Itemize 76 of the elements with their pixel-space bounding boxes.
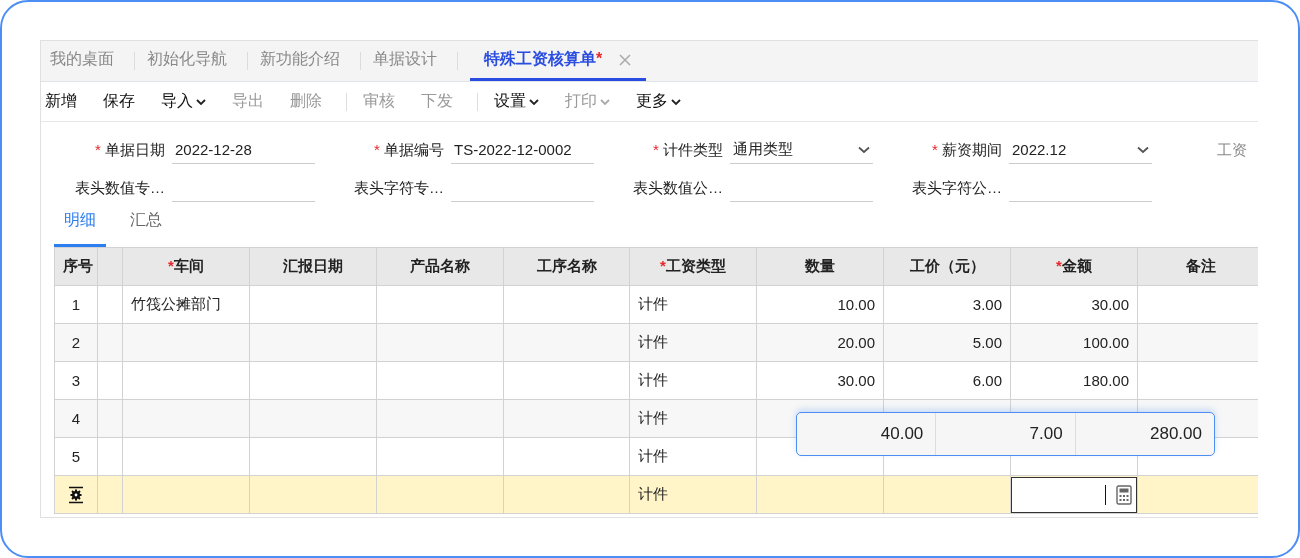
toolbar-button[interactable]: 更多 bbox=[634, 91, 693, 112]
detail-tab[interactable]: 汇总 bbox=[120, 207, 172, 247]
table-cell: 180.00 bbox=[1010, 361, 1138, 400]
magnified-value: 7.00 bbox=[936, 413, 1076, 455]
tab-label: 我的桌面 bbox=[50, 49, 114, 69]
column-header: 产品名称 bbox=[376, 247, 504, 286]
field-label: 表头字符专… bbox=[353, 178, 445, 198]
toolbar-button[interactable]: 导入 bbox=[159, 91, 218, 112]
chevron-down-icon bbox=[1137, 145, 1149, 154]
page-tab[interactable]: 单据设计 bbox=[373, 41, 451, 81]
page-tab[interactable]: 新功能介绍 bbox=[260, 41, 354, 81]
dropdown-field[interactable]: 通用类型 bbox=[730, 136, 873, 164]
table-cell: 20.00 bbox=[756, 323, 884, 362]
field-label: * 薪资期间 bbox=[931, 140, 1003, 160]
column-header: 汇报日期 bbox=[249, 247, 377, 286]
field-label: * 单据编号 bbox=[373, 140, 445, 160]
table-cell bbox=[97, 285, 123, 324]
chevron-down-icon bbox=[600, 97, 610, 106]
table-cell: 3 bbox=[54, 361, 98, 400]
toolbar-button[interactable]: 设置 bbox=[492, 91, 551, 112]
column-header: 工价（元） bbox=[883, 247, 1011, 286]
table-cell: 竹筏公摊部门 bbox=[122, 285, 250, 324]
column-header: *车间 bbox=[122, 247, 250, 286]
table-cell bbox=[97, 437, 123, 476]
column-header: *金额 bbox=[1010, 247, 1138, 286]
table-cell: 10.00 bbox=[756, 285, 884, 324]
table-cell: 100.00 bbox=[1010, 323, 1138, 362]
table-cell: 计件 bbox=[629, 285, 757, 324]
table-cell: 计件 bbox=[629, 475, 757, 514]
table-cell: 2 bbox=[54, 323, 98, 362]
table-cell: 6.00 bbox=[883, 361, 1011, 400]
table-cell bbox=[97, 361, 123, 400]
table-cell: 5 bbox=[54, 437, 98, 476]
toolbar-button[interactable]: 新增 bbox=[43, 91, 89, 112]
tab-label: 初始化导航 bbox=[147, 49, 227, 69]
table-cell: 30.00 bbox=[1010, 285, 1138, 324]
toolbar-button[interactable]: 保存 bbox=[101, 91, 147, 112]
field-label: * 计件类型 bbox=[652, 140, 724, 160]
table-cell: 1 bbox=[54, 285, 98, 324]
column-header: 工序名称 bbox=[503, 247, 630, 286]
dropdown-field[interactable]: 2022.12 bbox=[1009, 136, 1152, 164]
table-cell: 计件 bbox=[629, 361, 757, 400]
field-label: 表头数值专… bbox=[74, 178, 166, 198]
magnified-value: 40.00 bbox=[797, 413, 937, 455]
field-label: 表头数值公… bbox=[632, 178, 724, 198]
column-header: *工资类型 bbox=[629, 247, 757, 286]
close-icon[interactable] bbox=[618, 52, 633, 67]
chevron-down-icon bbox=[671, 97, 681, 106]
table-cell: 4 bbox=[54, 399, 98, 438]
magnified-value: 280.00 bbox=[1149, 423, 1203, 445]
table-cell: 5.00 bbox=[883, 323, 1011, 362]
table-cell: 3.00 bbox=[883, 285, 1011, 324]
table-cell: 计件 bbox=[629, 323, 757, 362]
tab-label: 单据设计 bbox=[373, 49, 437, 69]
input-field[interactable]: TS-2022-12-0002 bbox=[451, 136, 594, 164]
input-field[interactable]: 2022-12-28 bbox=[172, 136, 315, 164]
column-header: 数量 bbox=[756, 247, 884, 286]
field-label: 工资 bbox=[1216, 140, 1248, 160]
page-tab[interactable]: 初始化导航 bbox=[147, 41, 241, 81]
chevron-down-icon bbox=[529, 97, 539, 106]
table-cell: 计件 bbox=[629, 437, 757, 476]
page-tab[interactable]: 我的桌面 bbox=[50, 41, 128, 81]
amount-input[interactable] bbox=[1011, 476, 1137, 513]
page-tab[interactable]: 特殊工资核算单* bbox=[470, 41, 647, 81]
field-label: 表头字符公… bbox=[911, 178, 1003, 198]
column-header: 备注 bbox=[1137, 247, 1258, 286]
table-cell: 计件 bbox=[629, 399, 757, 438]
tab-label: 特殊工资核算单* bbox=[484, 49, 603, 69]
table-cell: 30.00 bbox=[756, 361, 884, 400]
column-header: 序号 bbox=[54, 247, 98, 286]
settings-icon[interactable] bbox=[67, 485, 85, 504]
calculator-icon[interactable] bbox=[1116, 484, 1132, 505]
chevron-down-icon bbox=[858, 145, 870, 154]
chevron-down-icon bbox=[196, 97, 206, 106]
tab-label: 新功能介绍 bbox=[260, 49, 340, 69]
field-label: * 单据日期 bbox=[94, 140, 166, 160]
